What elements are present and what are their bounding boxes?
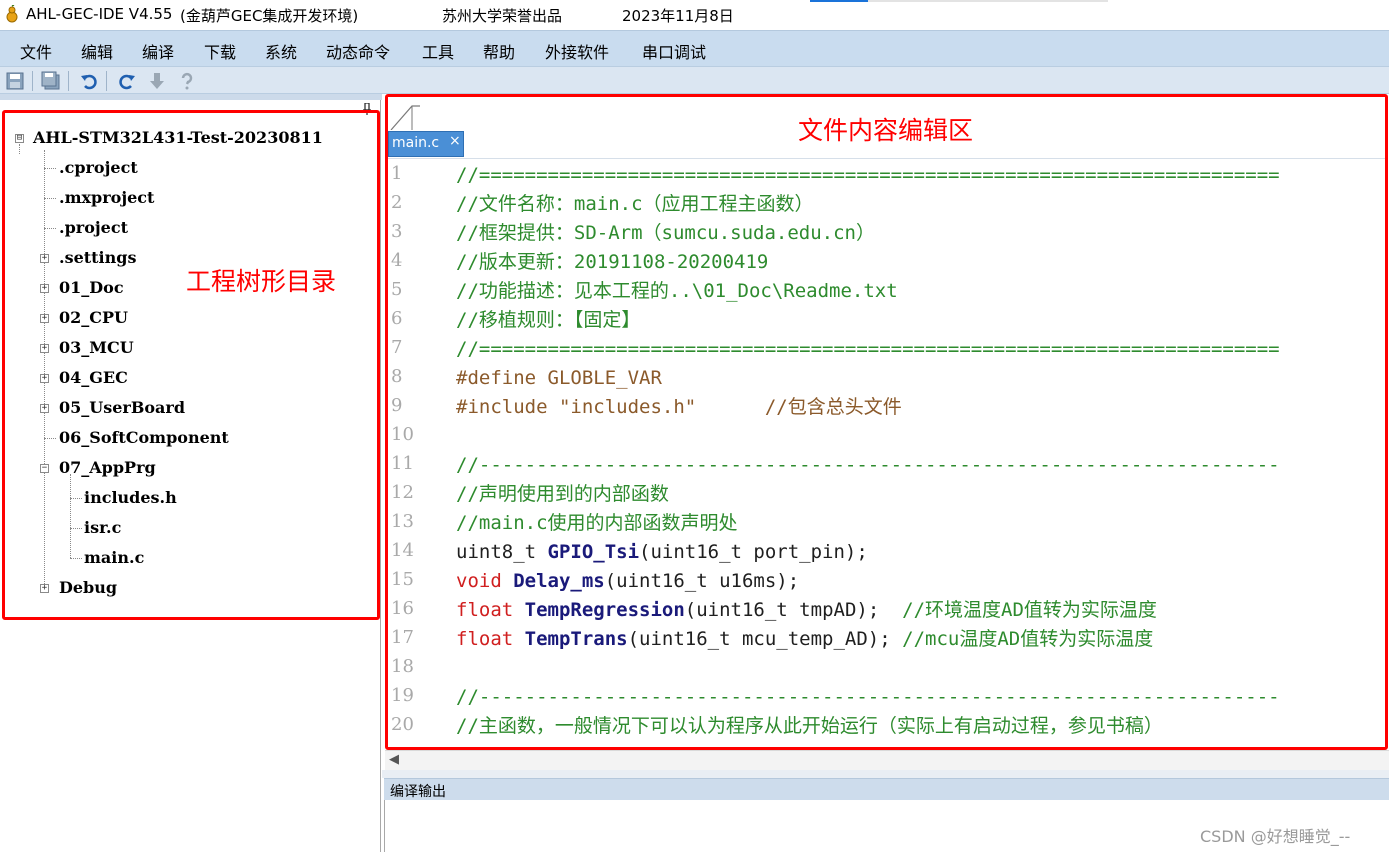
menu-edit[interactable]: 编辑 — [81, 39, 113, 63]
app-organization: 苏州大学荣誉出品 — [442, 7, 563, 25]
title-accent-line — [810, 0, 868, 2]
app-subtitle: (金葫芦GEC集成开发环境) — [180, 7, 359, 25]
app-date: 2023年11月8日 — [622, 7, 734, 25]
download-arrow-icon[interactable] — [146, 70, 168, 92]
output-header: 编译输出 — [384, 778, 1389, 800]
horizontal-scrollbar[interactable]: ◀ — [385, 750, 1389, 770]
gourd-logo-icon — [6, 5, 18, 23]
redo-icon[interactable] — [116, 70, 138, 92]
undo-icon[interactable] — [78, 70, 100, 92]
toolbar-separator — [106, 71, 107, 91]
menu-compile[interactable]: 编译 — [142, 39, 174, 63]
menu-dynamic-command[interactable]: 动态命令 — [326, 39, 390, 63]
toolbar — [0, 66, 1389, 94]
title-bar: AHL-GEC-IDE V4.55 (金葫芦GEC集成开发环境) 苏州大学荣誉出… — [0, 0, 1389, 30]
menu-system[interactable]: 系统 — [265, 39, 297, 63]
output-title: 编译输出 — [390, 784, 446, 800]
title-grey-line — [868, 0, 1108, 2]
toolbar-separator — [32, 71, 33, 91]
editor-annotation-label: 文件内容编辑区 — [798, 116, 974, 145]
menu-tools[interactable]: 工具 — [422, 39, 454, 63]
editor-annotation-frame — [385, 94, 1388, 750]
menu-external-software[interactable]: 外接软件 — [545, 39, 609, 63]
menu-download[interactable]: 下载 — [204, 39, 236, 63]
menu-file[interactable]: 文件 — [20, 39, 52, 63]
help-icon[interactable] — [176, 70, 198, 92]
tree-annotation-frame — [2, 110, 380, 620]
menu-help[interactable]: 帮助 — [483, 39, 515, 63]
scroll-left-icon[interactable]: ◀ — [389, 752, 399, 767]
watermark: CSDN @好想睡觉_-- — [1200, 827, 1351, 846]
save-all-icon[interactable] — [40, 70, 62, 92]
menu-serial-debug[interactable]: 串口调试 — [642, 39, 706, 63]
toolbar-separator — [68, 71, 69, 91]
app-title: AHL-GEC-IDE V4.55 — [26, 5, 173, 23]
save-icon[interactable] — [4, 70, 26, 92]
menu-bar: 文件 编辑 编译 下载 系统 动态命令 工具 帮助 外接软件 串口调试 — [0, 30, 1389, 66]
tree-annotation-label: 工程树形目录 — [186, 267, 337, 296]
output-splitter[interactable] — [382, 770, 1389, 778]
